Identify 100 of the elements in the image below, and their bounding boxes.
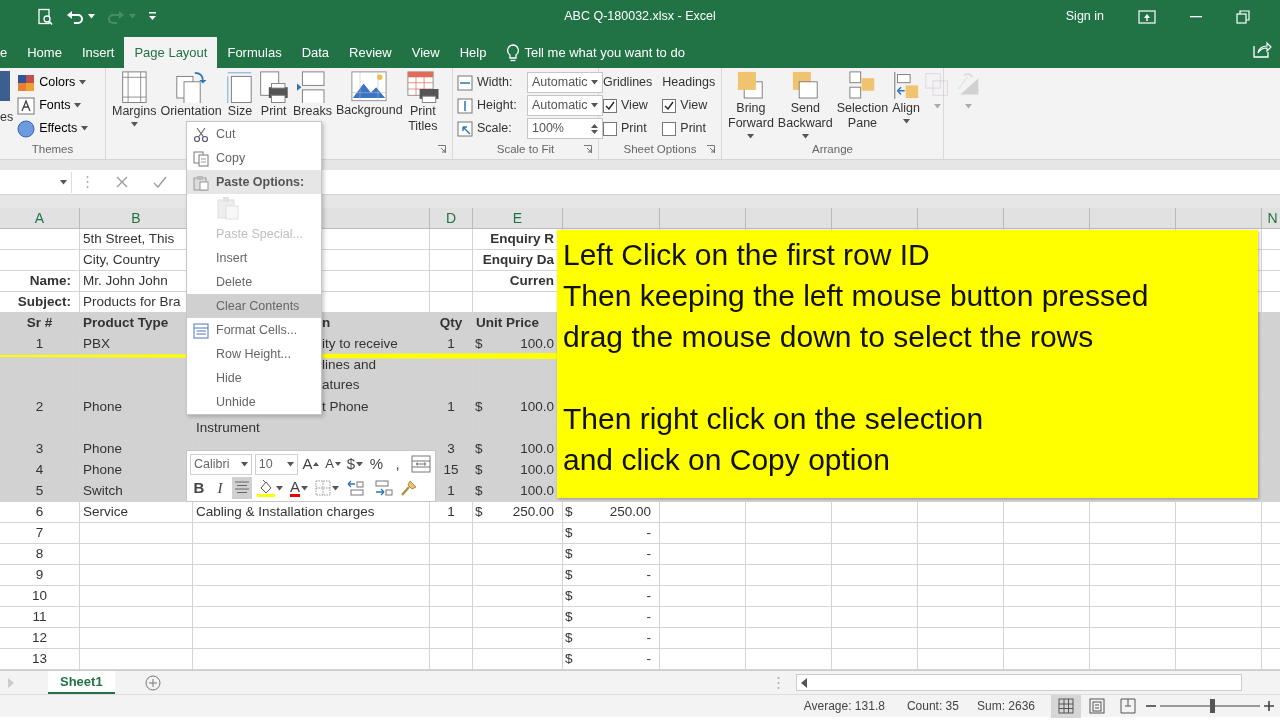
ribbon-tab[interactable]: Formulas [217,37,292,68]
table-cell: Service [80,502,193,523]
size-dropdown[interactable]: Automatic [527,95,603,116]
cell-text: - [646,587,651,605]
font-field[interactable]: Calibri [190,453,252,475]
table-cell: 2 [0,397,80,439]
window-title: ABC Q-180032.xlsx - Excel [564,8,716,26]
table-cell: 11 [0,607,80,628]
table-cell: Name: [0,271,80,292]
cell-text: 100.0 [520,440,554,458]
cell-text: Instrument [196,418,260,437]
status-stat: Sum: 2636 [976,698,1035,715]
field-label: Height: [477,97,518,115]
group-label: Scale to Fit [496,143,555,155]
cell-text: 100.0 [520,482,554,500]
ribbon-tab[interactable]: View [401,37,450,68]
option-checkbox[interactable]: View [603,94,653,117]
currency-symbol: $ [565,587,573,605]
sign-in-link[interactable]: Sign in [1065,7,1104,26]
field-label: Width: [477,74,514,92]
cell-text: ity to receive [322,335,398,353]
fonts-button[interactable]: Fonts [17,94,89,117]
column-header[interactable]: N [1262,208,1280,229]
table-cell: 10 [0,586,80,607]
menu-heading: Paste Options: [187,170,321,194]
option-heading: Headings [662,74,716,92]
cell-text: - [646,650,651,668]
option-checkbox[interactable]: View [662,94,716,117]
page-margins-button[interactable]: Margins [110,71,159,141]
column-header[interactable]: A [0,208,80,229]
currency-symbol: $ [475,482,483,500]
currency-symbol: $ [475,335,483,353]
ribbon-tab[interactable]: Insert [71,37,125,68]
cell-text: 250.00 [512,503,554,521]
ribbon-tab[interactable]: Home [17,37,72,68]
cell-text: t Phone [322,398,369,416]
callout-text: drag the mouse down to select the rows [563,319,1095,355]
table-cell: 7 [0,523,80,544]
glyph-button[interactable]: $ [345,453,365,475]
glyph-button[interactable]: % [367,453,386,475]
option-checkbox[interactable]: Print [603,117,653,140]
currency-symbol: $ [475,440,483,458]
grow-button[interactable]: A [301,453,321,475]
group-label: Sheet Options [623,143,697,155]
ribbon-tab[interactable]: Data [291,37,340,68]
table-cell: 8 [0,544,80,565]
cell-text: 250.00 [609,503,651,521]
currency-symbol: $ [565,524,573,542]
menu-item[interactable]: Copy [187,146,321,170]
ribbon-tab[interactable]: Help [449,37,497,68]
ribbon-tab[interactable]: e [0,37,18,68]
size-dropdown[interactable]: Automatic [527,72,603,93]
table-cell: 12 [0,628,80,649]
cell-text: 100.0 [520,335,554,353]
send-button[interactable]: Send Backward [775,71,835,141]
currency-symbol: $ [565,650,573,668]
selection-button[interactable]: Selection Pane [834,71,891,141]
ribbon-tab[interactable]: Page Layout [124,37,218,68]
status-stat: Count: 35 [906,698,959,715]
shrink-button[interactable]: A [323,453,343,475]
table-cell: 1 [430,397,473,439]
effects-button[interactable]: Effects [17,117,89,140]
page-print-titles-button[interactable]: Print Titles [404,71,442,141]
tell-me-search[interactable]: Tell me what you want to do [524,42,685,63]
table-cell: 1 [0,334,80,397]
cell-text: - [646,545,651,563]
bold-button[interactable]: B [190,477,208,499]
sheet-tab[interactable]: Sheet1 [48,671,115,694]
callout-text: and click on Copy option [563,442,891,478]
italic-button[interactable]: I [211,477,229,499]
option-checkbox[interactable]: Print [662,117,716,140]
table-cell: 6 [0,502,80,523]
table-cell: 3 [430,439,473,460]
currency-symbol: $ [565,566,573,584]
align-button[interactable]: Align [890,71,922,141]
table-cell: Sr # [0,313,80,334]
page-background-button[interactable]: Background [333,71,405,141]
column-header[interactable]: D [430,208,473,229]
table-cell: 1 [430,502,473,523]
callout-text: Then keeping the left mouse button pressed [563,278,1150,314]
currency-symbol: $ [565,608,573,626]
table-cell: 5 [0,481,80,502]
bring-button[interactable]: Bring Forward [726,71,776,141]
ribbon-tab[interactable]: Review [339,37,402,68]
cell-text: - [646,608,651,626]
status-stat: Average: 131.8 [803,698,885,715]
scale-spinner[interactable]: 100% [527,118,603,139]
table-cell: 3 [0,439,80,460]
colors-button[interactable]: Colors [17,71,89,94]
table-cell: Qty [430,313,473,334]
cell-text: - [646,566,651,584]
column-header[interactable]: E [473,208,563,229]
glyph-button[interactable]: , [388,453,407,475]
menu-item[interactable]: Clear Contents [187,294,321,318]
group-label: Arrange [812,143,853,155]
cell-text: 100.0 [520,398,554,416]
font-size-field[interactable]: 10 [254,453,298,475]
themes-button[interactable]: es [0,71,14,141]
font-color-button[interactable]: A [288,477,310,499]
currency-symbol: $ [565,545,573,563]
